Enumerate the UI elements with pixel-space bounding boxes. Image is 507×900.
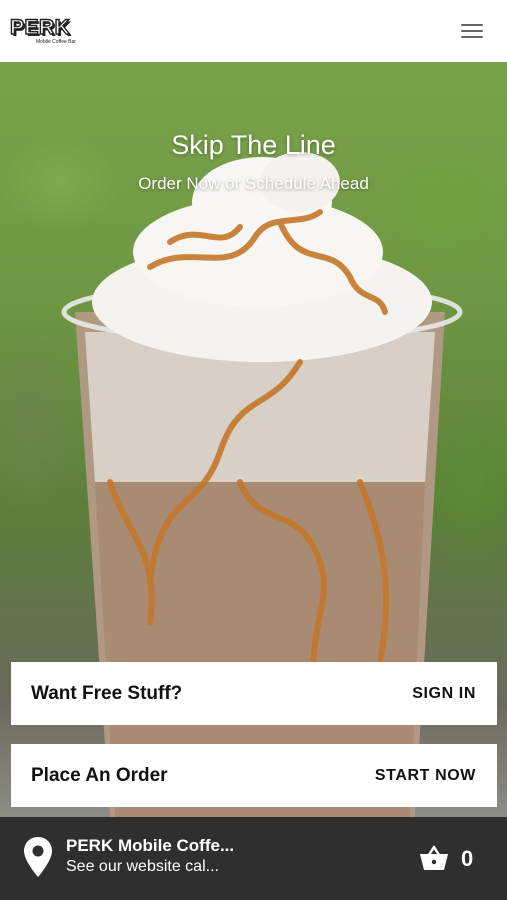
hamburger-menu-icon[interactable] <box>461 22 483 40</box>
basket-icon[interactable] <box>420 845 448 871</box>
sign-in-button[interactable]: SIGN IN <box>412 662 476 725</box>
logo-text: PERK <box>9 16 71 39</box>
top-bar: PERK Mobile Coffee Bar <box>0 0 507 62</box>
place-order-card[interactable]: Place An Order START NOW <box>11 744 497 807</box>
location-detail[interactable]: See our website cal... <box>66 858 219 876</box>
logo-subtext: Mobile Coffee Bar <box>36 39 76 45</box>
bottom-bar: PERK Mobile Coffe... See our website cal… <box>0 817 507 900</box>
cart-count[interactable]: 0 <box>461 846 473 872</box>
start-now-button[interactable]: START NOW <box>375 744 476 807</box>
perk-logo[interactable]: PERK Mobile Coffee Bar <box>9 16 76 45</box>
hero-subtitle: Order Now or Schedule Ahead <box>138 174 369 193</box>
place-order-label: Place An Order <box>31 765 168 786</box>
location-name[interactable]: PERK Mobile Coffe... <box>66 836 234 856</box>
free-stuff-label: Want Free Stuff? <box>31 683 183 704</box>
map-pin-icon[interactable] <box>24 837 52 877</box>
sign-in-card[interactable]: Want Free Stuff? SIGN IN <box>11 662 497 725</box>
hero-title: Skip The Line <box>171 130 336 160</box>
